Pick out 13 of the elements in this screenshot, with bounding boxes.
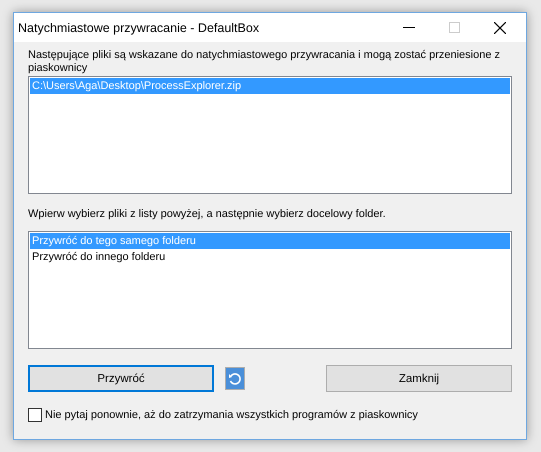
target-list[interactable]: Przywróć do tego samego folderu Przywróć do innego folderu (28, 231, 512, 349)
close-icon[interactable] (494, 22, 506, 34)
restore-button[interactable]: Przywróć (28, 365, 214, 392)
window-title: Natychmiastowe przywracanie - DefaultBox (18, 20, 260, 34)
refresh-button[interactable] (225, 367, 245, 390)
close-button[interactable]: Zamknij (326, 365, 512, 392)
refresh-icon (228, 372, 242, 386)
checkbox-label[interactable]: Nie pytaj ponownie, aż do zatrzymania wszystkich programów z piaskownicy (45, 409, 418, 421)
intro-text: Następujące pliki są wskazane do natychmiastowego przywracania i mogą zostać przeniesione z piaskownicy (28, 49, 502, 75)
instruction-text: Wpierw wybierz pliki z listy powyżej, a następnie wybierz docelowy folder. (28, 208, 387, 220)
checkbox[interactable] (28, 408, 42, 422)
minimize-icon[interactable] (403, 26, 415, 28)
target-item[interactable]: Przywróć do innego folderu (30, 249, 510, 265)
